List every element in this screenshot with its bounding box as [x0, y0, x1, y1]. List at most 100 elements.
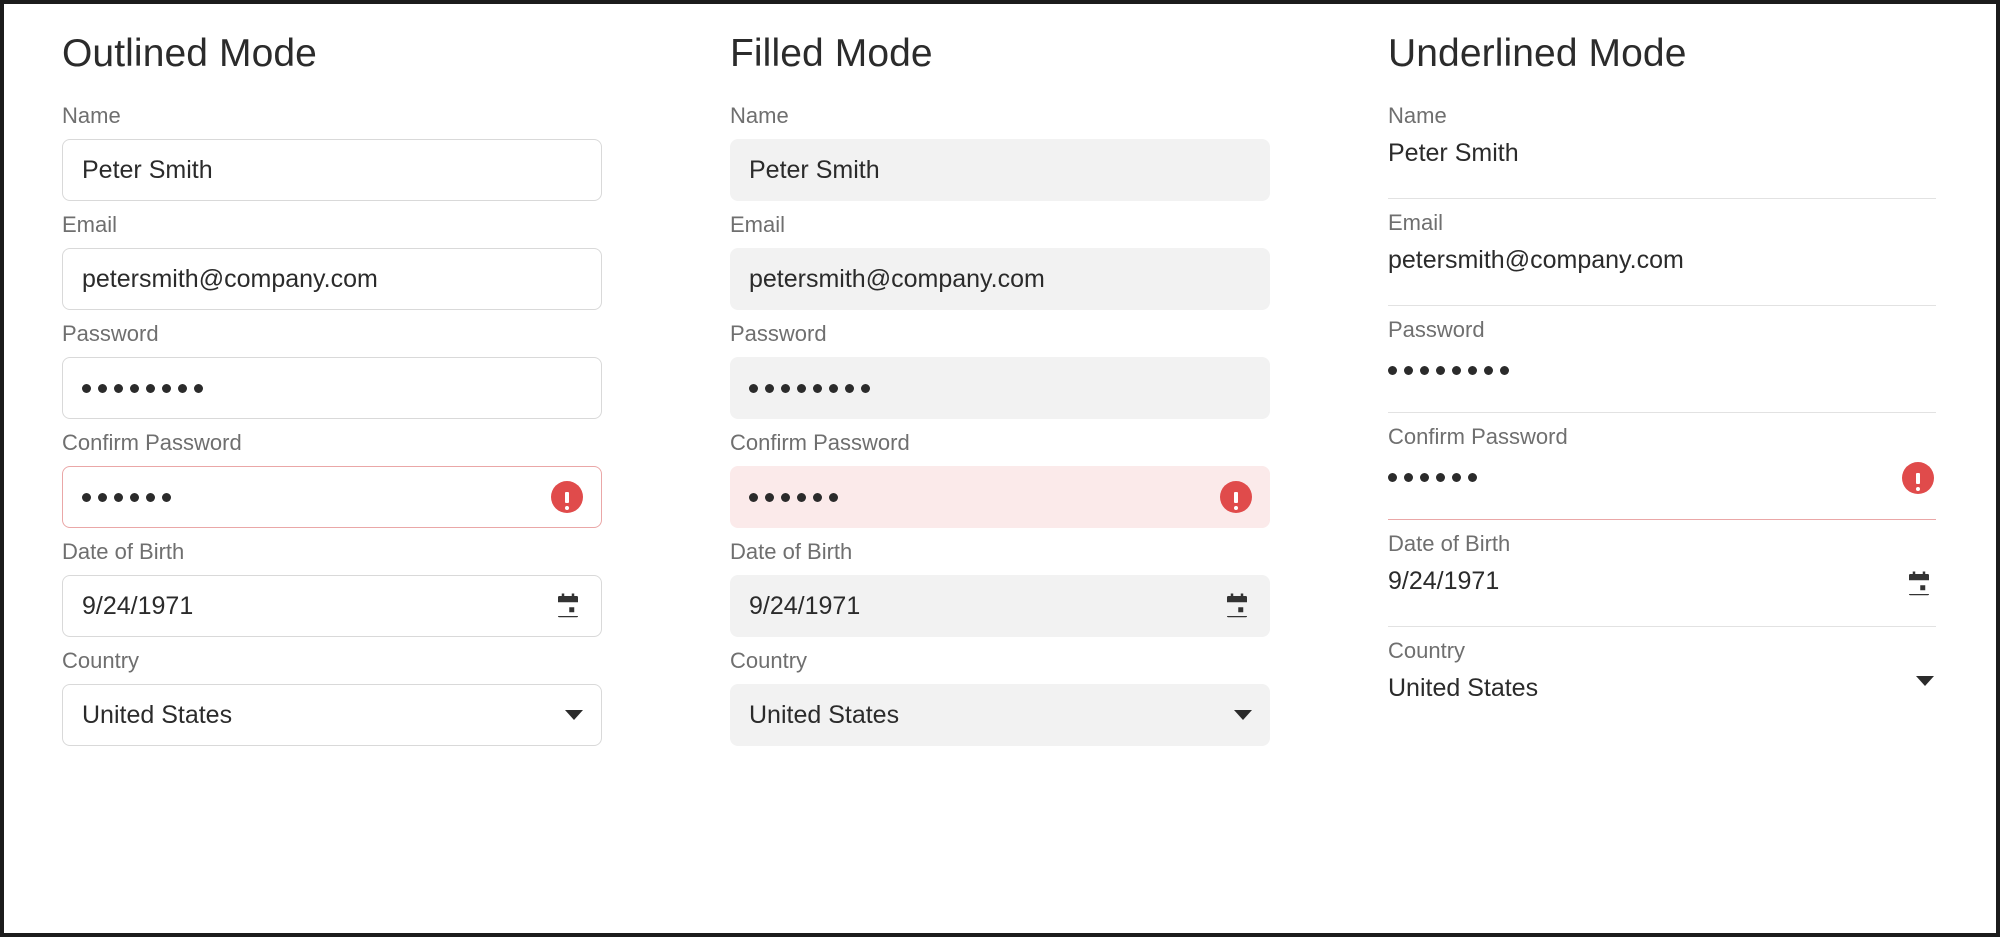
trailing-slot	[1904, 569, 1934, 599]
field-label-email: Email	[1388, 212, 1936, 234]
masked-value	[82, 358, 583, 418]
password-dot	[1452, 473, 1461, 482]
password-dot	[813, 384, 822, 393]
password-dot	[1468, 366, 1477, 375]
date-input-date-of-birth[interactable]: 9/24/1971	[62, 575, 602, 637]
trailing-slot	[1222, 591, 1252, 621]
field-name: NamePeter Smith	[1388, 105, 1936, 199]
field-password: Password	[1388, 319, 1936, 413]
password-dot	[1420, 366, 1429, 375]
password-dot	[1452, 366, 1461, 375]
password-dot	[114, 384, 123, 393]
password-input-password[interactable]	[1388, 353, 1936, 413]
field-value-email: petersmith@company.com	[82, 267, 583, 292]
exclamation-mark	[1916, 473, 1920, 484]
password-dot	[861, 384, 870, 393]
date-input-date-of-birth[interactable]: 9/24/1971	[730, 575, 1270, 637]
field-date-of-birth: Date of Birth 9/24/1971	[1388, 533, 1936, 627]
column-outlined: Outlined ModeNamePeter SmithEmailpetersm…	[4, 34, 664, 933]
field-name: Name Peter Smith	[730, 105, 1270, 201]
field-date-of-birth: Date of Birth9/24/1971	[62, 541, 602, 637]
password-dot	[130, 384, 139, 393]
password-input-confirm-password[interactable]	[62, 466, 602, 528]
field-label-name: Name	[62, 105, 602, 127]
field-value-country: United States	[1388, 676, 1904, 701]
field-label-confirm-password: Confirm Password	[62, 432, 602, 454]
date-input-date-of-birth[interactable]: 9/24/1971	[1388, 567, 1936, 627]
field-label-confirm-password: Confirm Password	[730, 432, 1270, 454]
chevron-down-icon[interactable]	[1916, 676, 1934, 686]
error-icon	[1902, 462, 1934, 494]
field-value-name: Peter Smith	[1388, 141, 1934, 166]
password-dot	[1436, 366, 1445, 375]
trailing-slot	[553, 591, 583, 621]
password-dot	[194, 384, 203, 393]
password-dot	[829, 493, 838, 502]
field-name: Name Peter Smith	[62, 105, 602, 201]
text-input-email[interactable]: petersmith@company.com	[1388, 246, 1936, 306]
password-dot	[114, 493, 123, 502]
password-input-password[interactable]	[62, 357, 602, 419]
field-value-name: Peter Smith	[749, 158, 1252, 183]
masked-value	[749, 466, 1208, 528]
password-dot	[1388, 473, 1397, 482]
text-input-name[interactable]: Peter Smith	[62, 139, 602, 201]
password-dot	[829, 384, 838, 393]
password-dot	[162, 493, 171, 502]
exclamation-mark	[1234, 492, 1238, 503]
password-dot	[813, 493, 822, 502]
column-title: Filled Mode	[730, 34, 1324, 73]
password-dot	[797, 493, 806, 502]
calendar-icon[interactable]	[553, 591, 583, 621]
field-confirm-password: Confirm Password	[730, 432, 1270, 528]
password-dot	[1388, 366, 1397, 375]
app-window: Outlined ModeNamePeter SmithEmailpetersm…	[0, 0, 2000, 937]
select-country[interactable]: United States	[1388, 674, 1936, 734]
password-dot	[1404, 366, 1413, 375]
select-country[interactable]: United States	[730, 684, 1270, 746]
masked-value	[1388, 462, 1890, 492]
field-email: Email petersmith@company.com	[1388, 212, 1936, 306]
password-input-confirm-password[interactable]	[1388, 460, 1936, 520]
password-dot	[162, 384, 171, 393]
field-label-date-of-birth: Date of Birth	[1388, 533, 1936, 555]
field-email: Emailpetersmith@company.com	[62, 214, 602, 310]
field-value-date-of-birth: 9/24/1971	[749, 594, 1210, 619]
calendar-icon[interactable]	[1904, 569, 1934, 599]
field-label-country: Country	[62, 650, 602, 672]
error-icon	[551, 481, 583, 513]
text-input-name[interactable]: Peter Smith	[730, 139, 1270, 201]
field-confirm-password: Confirm Password	[1388, 426, 1936, 520]
field-label-password: Password	[62, 323, 602, 345]
password-dot	[1484, 366, 1493, 375]
masked-value	[749, 357, 1252, 419]
select-country[interactable]: United States	[62, 684, 602, 746]
chevron-down-icon[interactable]	[1234, 710, 1252, 720]
password-dot	[1436, 473, 1445, 482]
field-value-email: petersmith@company.com	[749, 267, 1252, 292]
text-input-name[interactable]: Peter Smith	[1388, 139, 1936, 199]
mode-columns: Outlined ModeNamePeter SmithEmailpetersm…	[4, 4, 1996, 933]
column-title: Underlined Mode	[1388, 34, 1996, 73]
field-label-name: Name	[730, 105, 1270, 127]
password-dot	[1420, 473, 1429, 482]
password-dot	[146, 384, 155, 393]
field-country: Country United States	[62, 650, 602, 746]
calendar-icon[interactable]	[1222, 591, 1252, 621]
password-dot	[765, 384, 774, 393]
text-input-email[interactable]: petersmith@company.com	[730, 248, 1270, 310]
masked-value	[82, 467, 539, 527]
trailing-slot	[1902, 462, 1934, 494]
trailing-slot	[551, 481, 583, 513]
password-dot	[82, 384, 91, 393]
trailing-slot	[1916, 676, 1934, 686]
password-input-password[interactable]	[730, 357, 1270, 419]
exclamation-mark	[565, 492, 569, 503]
password-dot	[1468, 473, 1477, 482]
password-dot	[1500, 366, 1509, 375]
field-email: Emailpetersmith@company.com	[730, 214, 1270, 310]
password-input-confirm-password[interactable]	[730, 466, 1270, 528]
text-input-email[interactable]: petersmith@company.com	[62, 248, 602, 310]
field-password: Password	[730, 323, 1270, 419]
chevron-down-icon[interactable]	[565, 710, 583, 720]
